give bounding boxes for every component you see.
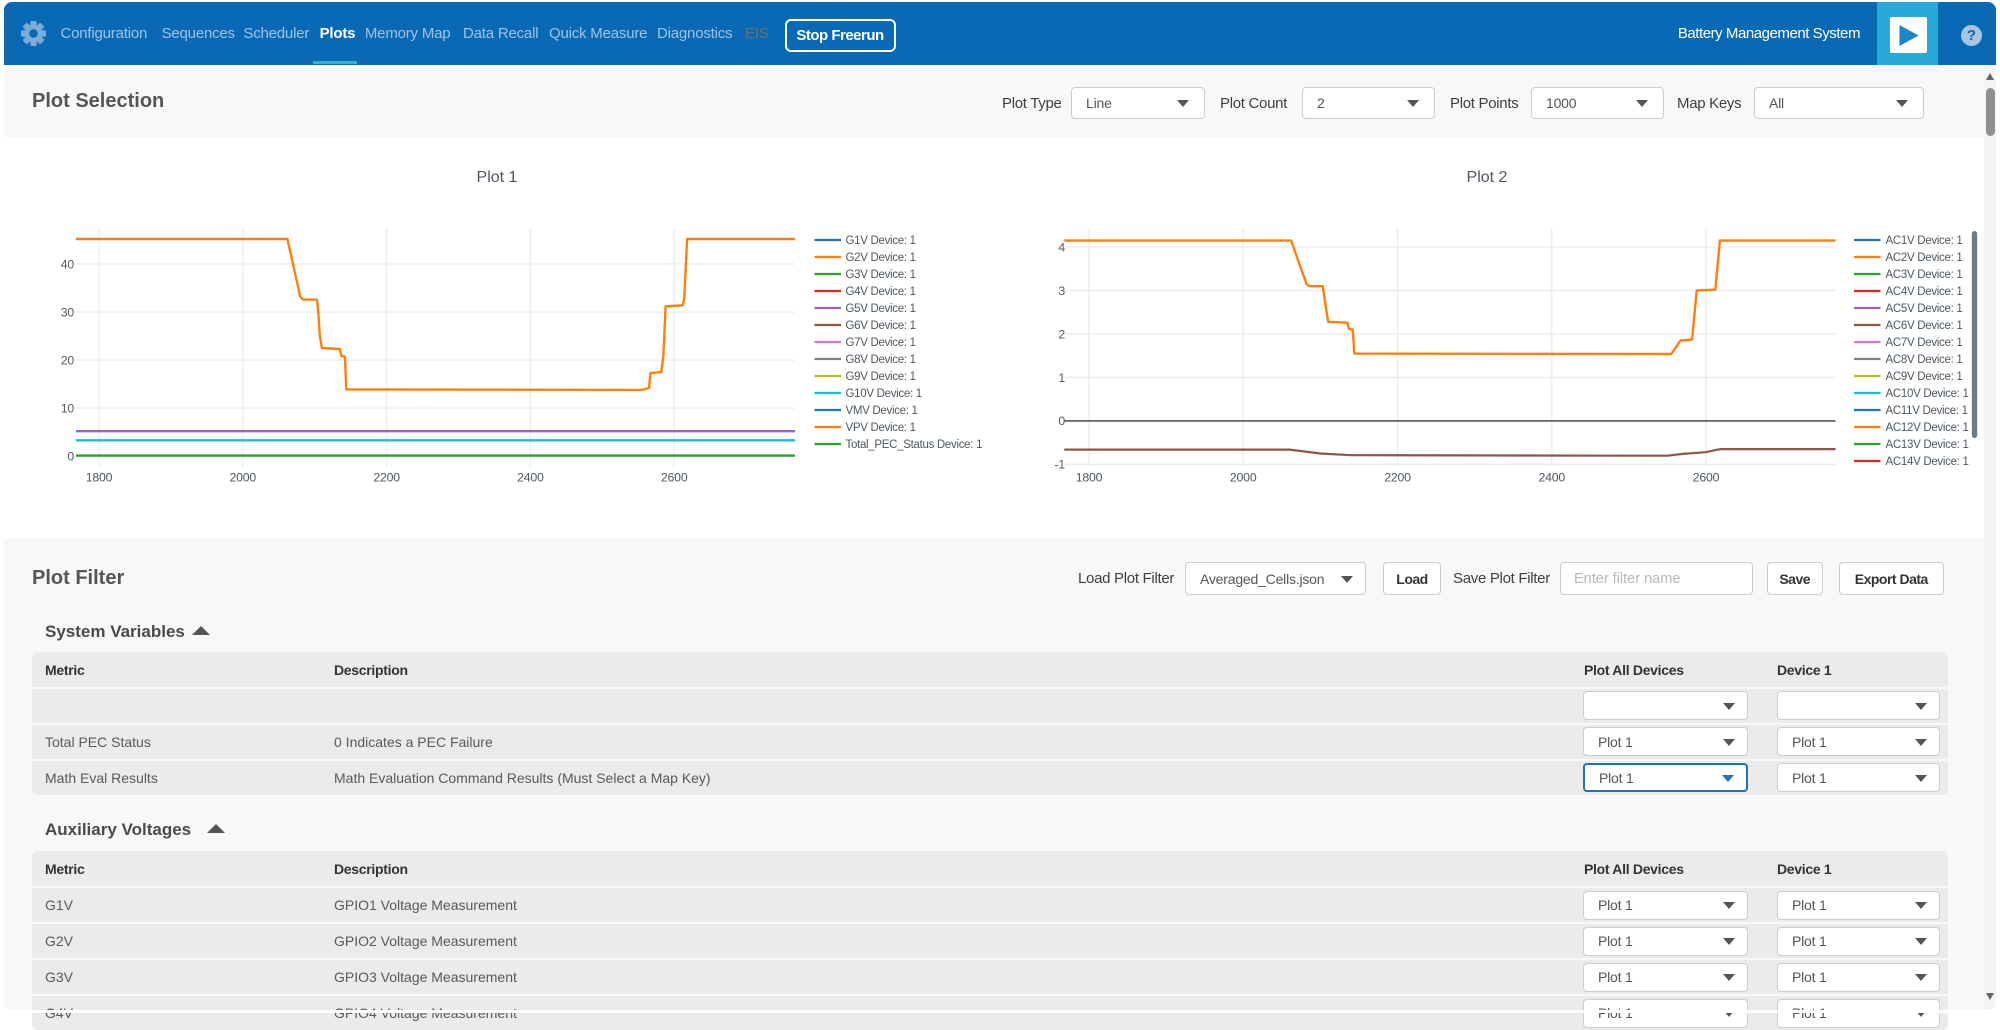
svg-text:AC3V Device: 1: AC3V Device: 1 — [1886, 269, 1963, 281]
svg-text:2400: 2400 — [517, 471, 544, 485]
svg-text:AC11V Device: 1: AC11V Device: 1 — [1886, 405, 1968, 417]
svg-text:4: 4 — [1058, 240, 1065, 254]
svg-text:Plot 1: Plot 1 — [477, 169, 518, 186]
svg-text:2000: 2000 — [1230, 471, 1257, 485]
svg-text:AC8V Device: 1: AC8V Device: 1 — [1886, 354, 1963, 366]
svg-text:G1V Device: 1: G1V Device: 1 — [846, 235, 916, 247]
svg-text:AC13V Device: 1: AC13V Device: 1 — [1886, 439, 1969, 451]
svg-text:40: 40 — [61, 257, 75, 271]
svg-text:AC12V Device: 1: AC12V Device: 1 — [1886, 422, 1969, 434]
svg-text:AC14V Device: 1: AC14V Device: 1 — [1886, 456, 1969, 468]
svg-text:2000: 2000 — [230, 471, 257, 485]
svg-text:0: 0 — [67, 450, 74, 464]
svg-text:G10V Device: 1: G10V Device: 1 — [846, 388, 922, 400]
svg-text:G3V Device: 1: G3V Device: 1 — [846, 269, 916, 281]
svg-text:10: 10 — [61, 401, 75, 415]
svg-text:G2V Device: 1: G2V Device: 1 — [846, 252, 916, 264]
svg-text:AC10V Device: 1: AC10V Device: 1 — [1886, 388, 1969, 400]
svg-text:2600: 2600 — [661, 471, 688, 485]
svg-text:G8V Device: 1: G8V Device: 1 — [846, 354, 916, 366]
svg-text:2200: 2200 — [1384, 471, 1411, 485]
svg-text:AC7V Device: 1: AC7V Device: 1 — [1886, 337, 1963, 349]
svg-text:-1: -1 — [1054, 458, 1065, 472]
svg-text:VMV Device: 1: VMV Device: 1 — [846, 405, 918, 417]
svg-text:G9V Device: 1: G9V Device: 1 — [846, 371, 916, 383]
svg-text:AC4V Device: 1: AC4V Device: 1 — [1886, 286, 1963, 298]
svg-text:2400: 2400 — [1539, 471, 1566, 485]
svg-text:AC1V Device: 1: AC1V Device: 1 — [1886, 235, 1963, 247]
svg-text:AC2V Device: 1: AC2V Device: 1 — [1886, 252, 1963, 264]
svg-text:1: 1 — [1058, 371, 1065, 385]
svg-text:20: 20 — [61, 353, 75, 367]
svg-text:Plot 2: Plot 2 — [1467, 169, 1508, 186]
svg-text:G4V Device: 1: G4V Device: 1 — [846, 286, 916, 298]
svg-text:G5V Device: 1: G5V Device: 1 — [846, 303, 916, 315]
svg-text:AC6V Device: 1: AC6V Device: 1 — [1886, 320, 1963, 332]
svg-text:AC5V Device: 1: AC5V Device: 1 — [1886, 303, 1963, 315]
svg-text:1800: 1800 — [86, 471, 113, 485]
svg-text:2200: 2200 — [373, 471, 400, 485]
svg-text:2600: 2600 — [1693, 471, 1720, 485]
svg-text:30: 30 — [61, 305, 75, 319]
svg-text:1800: 1800 — [1076, 471, 1103, 485]
svg-text:AC9V Device: 1: AC9V Device: 1 — [1886, 371, 1963, 383]
svg-text:VPV Device: 1: VPV Device: 1 — [846, 422, 916, 434]
svg-text:3: 3 — [1058, 284, 1065, 298]
svg-text:G6V Device: 1: G6V Device: 1 — [846, 320, 916, 332]
svg-text:2: 2 — [1058, 327, 1065, 341]
svg-text:G7V Device: 1: G7V Device: 1 — [846, 337, 916, 349]
svg-text:Total_PEC_Status Device: 1: Total_PEC_Status Device: 1 — [846, 439, 983, 451]
